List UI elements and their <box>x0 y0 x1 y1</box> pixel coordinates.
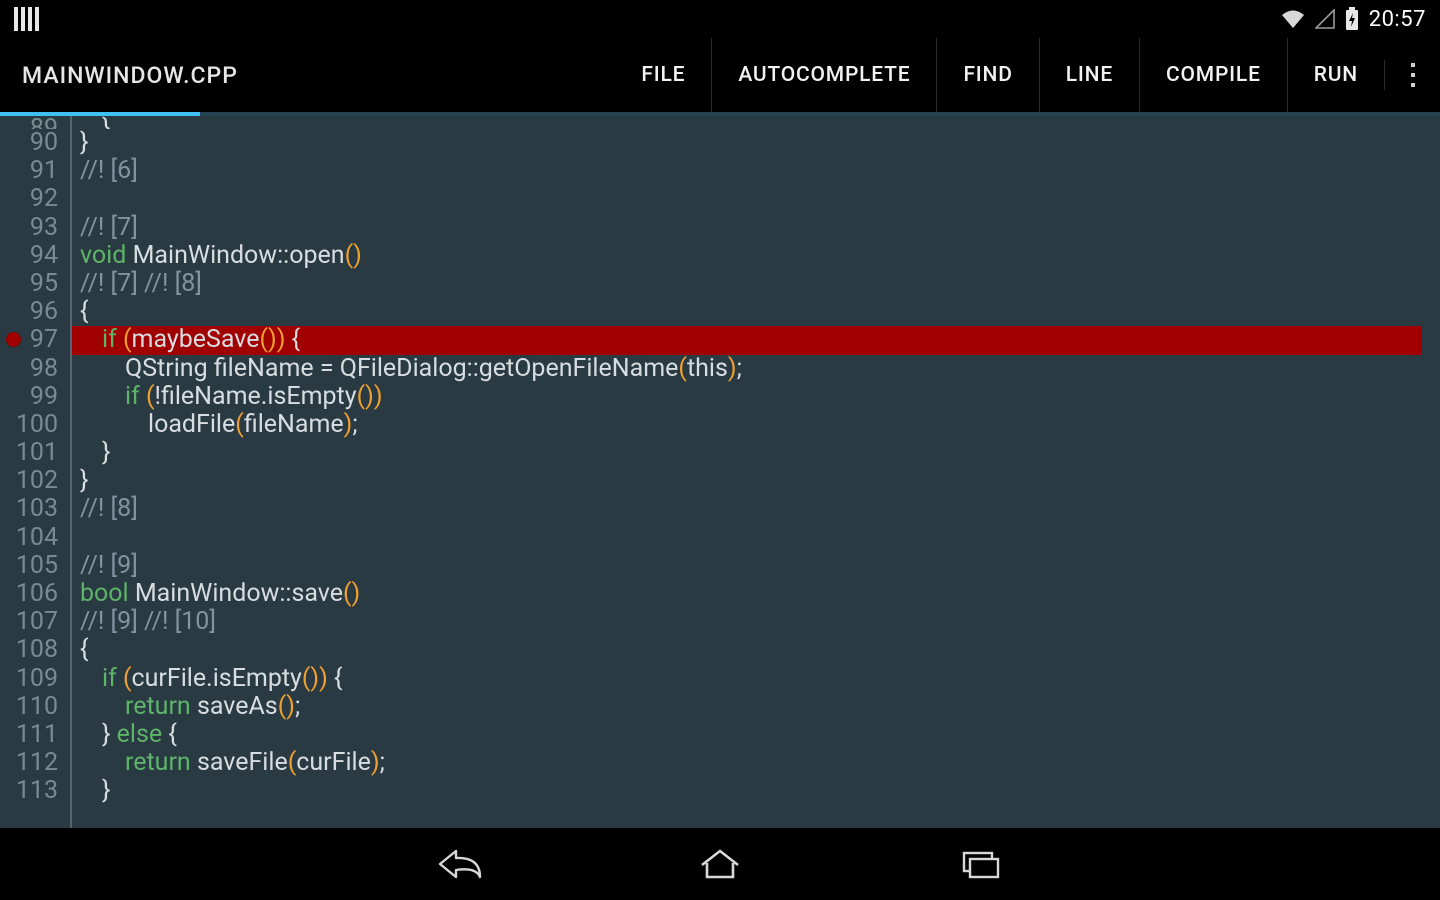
line-number[interactable]: 95 <box>0 270 62 298</box>
line-menu[interactable]: LINE <box>1039 38 1139 112</box>
file-menu[interactable]: FILE <box>615 38 711 112</box>
wifi-icon <box>1281 9 1305 29</box>
code-line[interactable]: QString fileName = QFileDialog::getOpenF… <box>72 355 1422 383</box>
code-line[interactable]: //! [7] //! [8] <box>72 270 1422 298</box>
code-line[interactable]: if (!fileName.isEmpty()) <box>72 383 1422 411</box>
status-clock: 20:57 <box>1369 7 1426 32</box>
code-line[interactable]: if (curFile.isEmpty()) { <box>72 665 1422 693</box>
line-number[interactable]: 108 <box>0 636 62 664</box>
code-line[interactable]: //! [7] <box>72 214 1422 242</box>
code-line[interactable]: loadFile(fileName); <box>72 411 1422 439</box>
battery-charging-icon <box>1345 7 1359 31</box>
run-menu[interactable]: RUN <box>1287 38 1384 112</box>
line-number[interactable]: 113 <box>0 777 62 805</box>
code-line[interactable] <box>72 524 1422 552</box>
line-number[interactable]: 109 <box>0 665 62 693</box>
line-number[interactable]: 93 <box>0 214 62 242</box>
code-line[interactable]: { <box>72 636 1422 664</box>
line-number[interactable]: 106 <box>0 580 62 608</box>
android-status-bar: 20:57 <box>0 0 1440 38</box>
line-number[interactable]: 111 <box>0 721 62 749</box>
code-line[interactable]: } <box>72 116 1422 129</box>
code-line[interactable]: } <box>72 439 1422 467</box>
code-line[interactable] <box>72 185 1422 213</box>
line-number[interactable]: 98 <box>0 355 62 383</box>
find-menu[interactable]: FIND <box>936 38 1038 112</box>
home-button[interactable] <box>690 840 750 888</box>
code-content[interactable]: }}//! [6]//! [7]void MainWindow::open()/… <box>72 116 1422 828</box>
line-number[interactable]: 112 <box>0 749 62 777</box>
code-editor[interactable]: 8990919293949596979899100101102103104105… <box>0 116 1440 828</box>
running-app-icon <box>14 7 39 31</box>
app-action-bar: MAINWINDOW.CPP FILE AUTOCOMPLETE FIND LI… <box>0 38 1440 112</box>
compile-menu[interactable]: COMPILE <box>1139 38 1287 112</box>
code-line[interactable]: //! [8] <box>72 495 1422 523</box>
line-number[interactable]: 110 <box>0 693 62 721</box>
code-line[interactable]: } <box>72 129 1422 157</box>
code-line[interactable]: } <box>72 777 1422 805</box>
code-line[interactable]: void MainWindow::open() <box>72 242 1422 270</box>
code-line[interactable]: //! [9] <box>72 552 1422 580</box>
code-line[interactable]: { <box>72 298 1422 326</box>
open-file-tab[interactable]: MAINWINDOW.CPP <box>22 62 238 89</box>
code-line[interactable]: } <box>72 467 1422 495</box>
cell-signal-icon <box>1315 9 1335 29</box>
line-number[interactable]: 97 <box>0 326 62 354</box>
recent-apps-button[interactable] <box>950 840 1010 888</box>
line-number-gutter[interactable]: 8990919293949596979899100101102103104105… <box>0 116 72 828</box>
line-number[interactable]: 92 <box>0 185 62 213</box>
line-number[interactable]: 96 <box>0 298 62 326</box>
line-number[interactable]: 100 <box>0 411 62 439</box>
line-number[interactable]: 99 <box>0 383 62 411</box>
line-number[interactable]: 94 <box>0 242 62 270</box>
code-line[interactable]: bool MainWindow::save() <box>72 580 1422 608</box>
line-number[interactable]: 104 <box>0 524 62 552</box>
line-number[interactable]: 91 <box>0 157 62 185</box>
line-number[interactable]: 102 <box>0 467 62 495</box>
line-number[interactable]: 107 <box>0 608 62 636</box>
line-number[interactable]: 101 <box>0 439 62 467</box>
overflow-menu-button[interactable] <box>1384 60 1440 90</box>
line-number[interactable]: 105 <box>0 552 62 580</box>
android-nav-bar <box>0 828 1440 900</box>
back-button[interactable] <box>430 840 490 888</box>
code-line[interactable]: if (maybeSave()) { <box>72 326 1422 354</box>
code-line[interactable]: //! [6] <box>72 157 1422 185</box>
line-number[interactable]: 103 <box>0 495 62 523</box>
overflow-dots-icon <box>1411 60 1415 90</box>
menu-buttons: FILE AUTOCOMPLETE FIND LINE COMPILE RUN <box>615 38 1384 112</box>
code-line[interactable]: return saveFile(curFile); <box>72 749 1422 777</box>
code-line[interactable]: return saveAs(); <box>72 693 1422 721</box>
line-number[interactable]: 90 <box>0 129 62 157</box>
autocomplete-menu[interactable]: AUTOCOMPLETE <box>711 38 936 112</box>
code-line[interactable]: //! [9] //! [10] <box>72 608 1422 636</box>
breakpoint-marker[interactable] <box>6 332 21 347</box>
code-line[interactable]: } else { <box>72 721 1422 749</box>
